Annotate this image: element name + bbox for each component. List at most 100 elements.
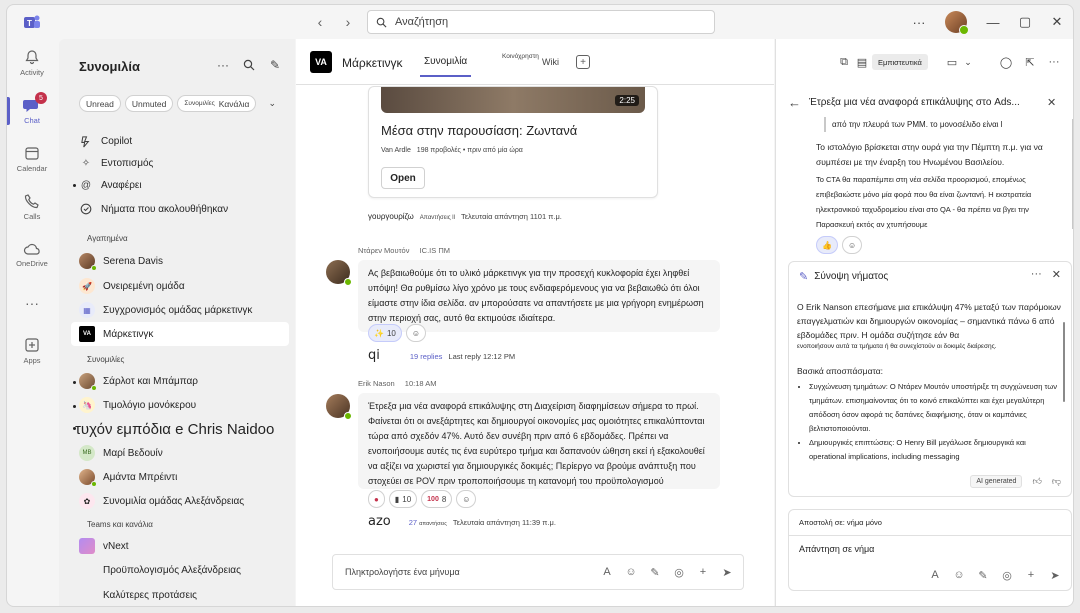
format-icon[interactable]: A — [927, 566, 943, 584]
chat-filters: Unread Unmuted Συνομιλίες Κανάλια ⌄ — [79, 95, 276, 112]
send-icon[interactable]: ➤ — [719, 563, 735, 581]
loop-icon[interactable]: ◎ — [999, 566, 1015, 584]
filter-unread[interactable]: Unread — [79, 95, 121, 112]
minimize-icon[interactable]: — — [977, 5, 1009, 39]
more-options-icon[interactable]: ··· — [213, 55, 233, 75]
panel-toolbar: ⧉ ▤ Εμπιστευτικά ▭ ⌄ ◯ ⇱ ··· — [776, 39, 1073, 85]
rail-chat[interactable]: 5 Chat — [7, 87, 57, 135]
sidebar-item-best-proposals[interactable]: Καλύτερες προτάσεις — [79, 583, 289, 606]
close-icon[interactable]: ✕ — [1041, 5, 1073, 39]
search-input[interactable]: Αναζήτηση — [367, 10, 715, 34]
plus-icon[interactable]: + — [1023, 566, 1039, 584]
search-icon[interactable] — [239, 55, 259, 75]
send-icon[interactable]: ➤ — [1047, 566, 1063, 584]
scrollbar[interactable] — [1063, 322, 1065, 402]
rail-apps[interactable]: Apps — [7, 327, 57, 375]
add-tab-icon[interactable]: + — [576, 55, 590, 69]
video-duration: 2:25 — [615, 95, 639, 106]
close-icon[interactable]: ✕ — [1052, 268, 1061, 281]
more-options-icon[interactable]: ··· — [1046, 53, 1062, 71]
rail-more[interactable]: ··· — [7, 279, 57, 327]
sidebar-item-unicorn-invoice[interactable]: 🦄 Τιμολόγιο μονόκερου — [79, 393, 289, 417]
filter-unmuted[interactable]: Unmuted — [124, 95, 174, 112]
emoji-icon[interactable]: ☺ — [623, 563, 639, 581]
unread-dot — [73, 381, 76, 384]
sidebar-item-serena-davis[interactable]: Serena Davis — [79, 249, 289, 273]
thumbs-up-icon[interactable]: 👍︎ — [1032, 476, 1041, 487]
more-options-icon[interactable]: ··· — [1031, 268, 1042, 281]
reaction-chart[interactable]: ▮ 10 — [388, 490, 418, 508]
emoji-icon[interactable]: ☺ — [951, 566, 967, 584]
more-options-icon[interactable]: ··· — [903, 5, 935, 39]
add-reaction-button[interactable]: ☺ — [405, 324, 427, 342]
clipboard-icon[interactable]: ▤ — [854, 53, 870, 71]
nav-arrows: ‹ › — [311, 13, 357, 31]
window-controls: ··· — ▢ ✕ — [903, 5, 1073, 39]
send-to-label[interactable]: Αποστολή σε: νήμα μόνο — [789, 510, 1071, 536]
reply-summary[interactable]: azo 27 απαντήσεις Τελευταία απάντηση 11:… — [368, 514, 556, 529]
tab-wiki[interactable]: Wiki — [542, 57, 559, 67]
close-icon[interactable]: ✕ — [1047, 96, 1056, 109]
back-icon[interactable]: ‹ — [311, 13, 329, 31]
plus-icon[interactable]: + — [695, 563, 711, 581]
sidebar-item-charlotte-babbar[interactable]: Σάρλοτ και Μπάμπαρ — [79, 369, 289, 393]
rail-onedrive[interactable]: OneDrive — [7, 231, 57, 279]
sidebar-item-amanda-brady[interactable]: Αμάντα Μπρέιντι — [79, 465, 289, 489]
avatar[interactable] — [326, 394, 352, 420]
reaction-sparkle[interactable]: ✨ 10 — [368, 324, 402, 342]
back-arrow-icon[interactable]: ← — [788, 95, 801, 110]
summary-intro: Ο Erik Nanson επεσήμανε μια επικάλυψη 47… — [797, 302, 1061, 340]
video-thumbnail[interactable]: 2:25 — [381, 87, 645, 113]
format-icon[interactable]: A — [599, 563, 615, 581]
rail-calendar[interactable]: Calendar — [7, 135, 57, 183]
new-chat-icon[interactable]: ✎ — [265, 55, 285, 75]
copilot-compose-icon[interactable]: ✎ — [647, 563, 663, 581]
message-composer[interactable]: Πληκτρολογήστε ένα μήνυμα A ☺ ✎ ◎ + ➤ — [332, 554, 744, 590]
chevron-down-icon[interactable]: ⌄ — [962, 53, 974, 71]
forward-icon[interactable]: › — [339, 13, 357, 31]
filter-chats-channels[interactable]: Συνομιλίες Κανάλια — [177, 95, 257, 112]
copilot-compose-icon[interactable]: ✎ — [975, 566, 991, 584]
message-reactions: ● ▮ 10 100 8 ☺ — [368, 490, 477, 508]
sidebar-item-discover[interactable]: ✧ Εντοπισμός — [79, 151, 289, 175]
thumbs-down-icon[interactable]: 👎︎ — [1052, 476, 1061, 487]
reply-summary[interactable]: γουργουρίζω Απαντήσεις ll Τελευταία απάν… — [368, 212, 562, 221]
sidebar-item-vnext[interactable]: vNext — [79, 534, 289, 558]
loop-icon[interactable]: ◎ — [671, 563, 687, 581]
reply-summary[interactable]: qi 19 replies Last reply 12:12 PM — [368, 348, 515, 363]
avatar[interactable] — [326, 260, 352, 286]
video-call-icon[interactable]: ▭ — [944, 53, 960, 71]
sidebar-item-mentions[interactable]: @ Αναφέρει — [79, 173, 289, 197]
thread-reply-composer[interactable]: Αποστολή σε: νήμα μόνο Απάντηση σε νήμα … — [788, 509, 1072, 591]
tab-chat[interactable]: Συνομιλία — [419, 56, 472, 77]
add-reaction-button[interactable]: ☺ — [841, 236, 863, 254]
chat-badge: 5 — [35, 92, 47, 104]
pop-out-icon[interactable]: ⇱ — [1022, 53, 1038, 71]
reaction-face[interactable]: ● — [368, 490, 385, 508]
sidebar-item-marie-beaudouin[interactable]: MB Μαρί Βεδουίν — [79, 441, 289, 465]
reaction-thumbs-up[interactable]: 👍 — [816, 236, 838, 254]
tab-shared[interactable]: Κοινόχρηστη — [502, 53, 539, 60]
sidebar-item-blockers-chris[interactable]: τυχόν εμπόδια e Chris Naidoo — [75, 415, 305, 443]
sensitivity-label[interactable]: Εμπιστευτικά — [872, 54, 928, 70]
scrollbar[interactable] — [1072, 119, 1073, 229]
sidebar-item-alexandria-budget[interactable]: Προϋπολογισμός Αλεξάνδρειας — [79, 558, 289, 582]
people-icon[interactable]: ⧉ — [836, 53, 852, 71]
open-button[interactable]: Open — [381, 167, 425, 189]
sidebar-item-alexandria-team[interactable]: ✿ Συνομιλία ομάδας Αλεξάνδρειας — [79, 489, 289, 513]
sidebar-item-dream-team[interactable]: 🚀 Ονειρεμένη ομάδα — [79, 274, 289, 298]
add-reaction-button[interactable]: ☺ — [456, 490, 477, 508]
sidebar-item-marketing-sync[interactable]: ▦ Συγχρονισμός ομάδας μάρκετινγκ — [79, 298, 289, 322]
rail-calls[interactable]: Calls — [7, 183, 57, 231]
rail-activity[interactable]: Activity — [7, 39, 57, 87]
profile-avatar[interactable] — [945, 11, 969, 35]
sidebar-item-followed-threads[interactable]: Νήματα που ακολουθήθηκαν — [79, 197, 289, 221]
maximize-icon[interactable]: ▢ — [1009, 5, 1041, 39]
reaction-100[interactable]: 100 8 — [421, 490, 453, 508]
chat-bubble-icon[interactable]: ◯ — [998, 53, 1014, 71]
sidebar-item-marketing[interactable]: VA Μάρκετινγκ — [71, 322, 289, 346]
more-icon: ··· — [25, 295, 39, 311]
reply-input[interactable]: Απάντηση σε νήμα — [799, 544, 874, 554]
chevron-down-icon[interactable]: ⌄ — [268, 98, 276, 109]
sidebar-item-copilot[interactable]: Copilot — [79, 129, 289, 153]
